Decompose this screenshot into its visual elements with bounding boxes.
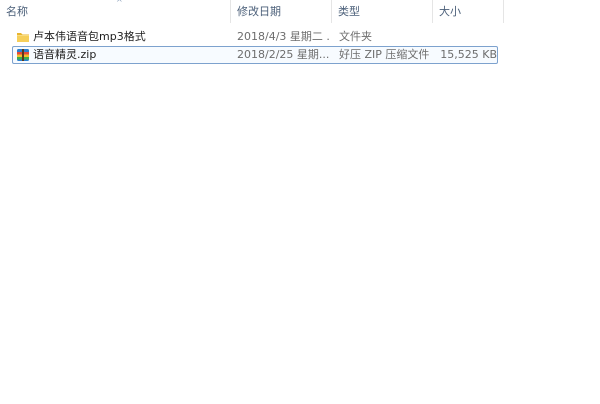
column-header-name[interactable]: 名称 ^ [0, 0, 230, 23]
column-header-date[interactable]: 修改日期 [231, 0, 331, 23]
file-size: 15,525 KB [440, 48, 497, 61]
column-header-size-label: 大小 [439, 5, 461, 18]
file-row[interactable]: 卢本伟语音包mp3格式 2018/4/3 星期二 ... 文件夹 [12, 28, 498, 46]
column-divider[interactable] [503, 0, 504, 23]
file-explorer-window: 名称 ^ 修改日期 类型 大小 卢本伟语音包mp3格式 2018/4/3 星期二… [0, 0, 600, 404]
column-header-size[interactable]: 大小 [433, 0, 503, 23]
file-type: 好压 ZIP 压缩文件 [339, 48, 430, 61]
column-header-name-label: 名称 [6, 5, 28, 18]
column-header-type-label: 类型 [338, 5, 360, 18]
column-header-type[interactable]: 类型 [332, 0, 432, 23]
file-row[interactable]: 语音精灵.zip 2018/2/25 星期... 好压 ZIP 压缩文件 15,… [12, 46, 498, 64]
file-name: 语音精灵.zip [33, 48, 97, 61]
file-type: 文件夹 [339, 30, 372, 43]
column-header-bar: 名称 ^ 修改日期 类型 大小 [0, 0, 600, 23]
file-modified-date: 2018/2/25 星期... [237, 48, 329, 61]
file-modified-date: 2018/4/3 星期二 ... [237, 30, 329, 43]
column-header-date-label: 修改日期 [237, 5, 281, 18]
zip-archive-icon [16, 48, 30, 62]
file-size [439, 29, 497, 45]
sort-ascending-icon: ^ [116, 0, 123, 7]
folder-icon [16, 30, 30, 44]
file-name: 卢本伟语音包mp3格式 [33, 30, 146, 43]
